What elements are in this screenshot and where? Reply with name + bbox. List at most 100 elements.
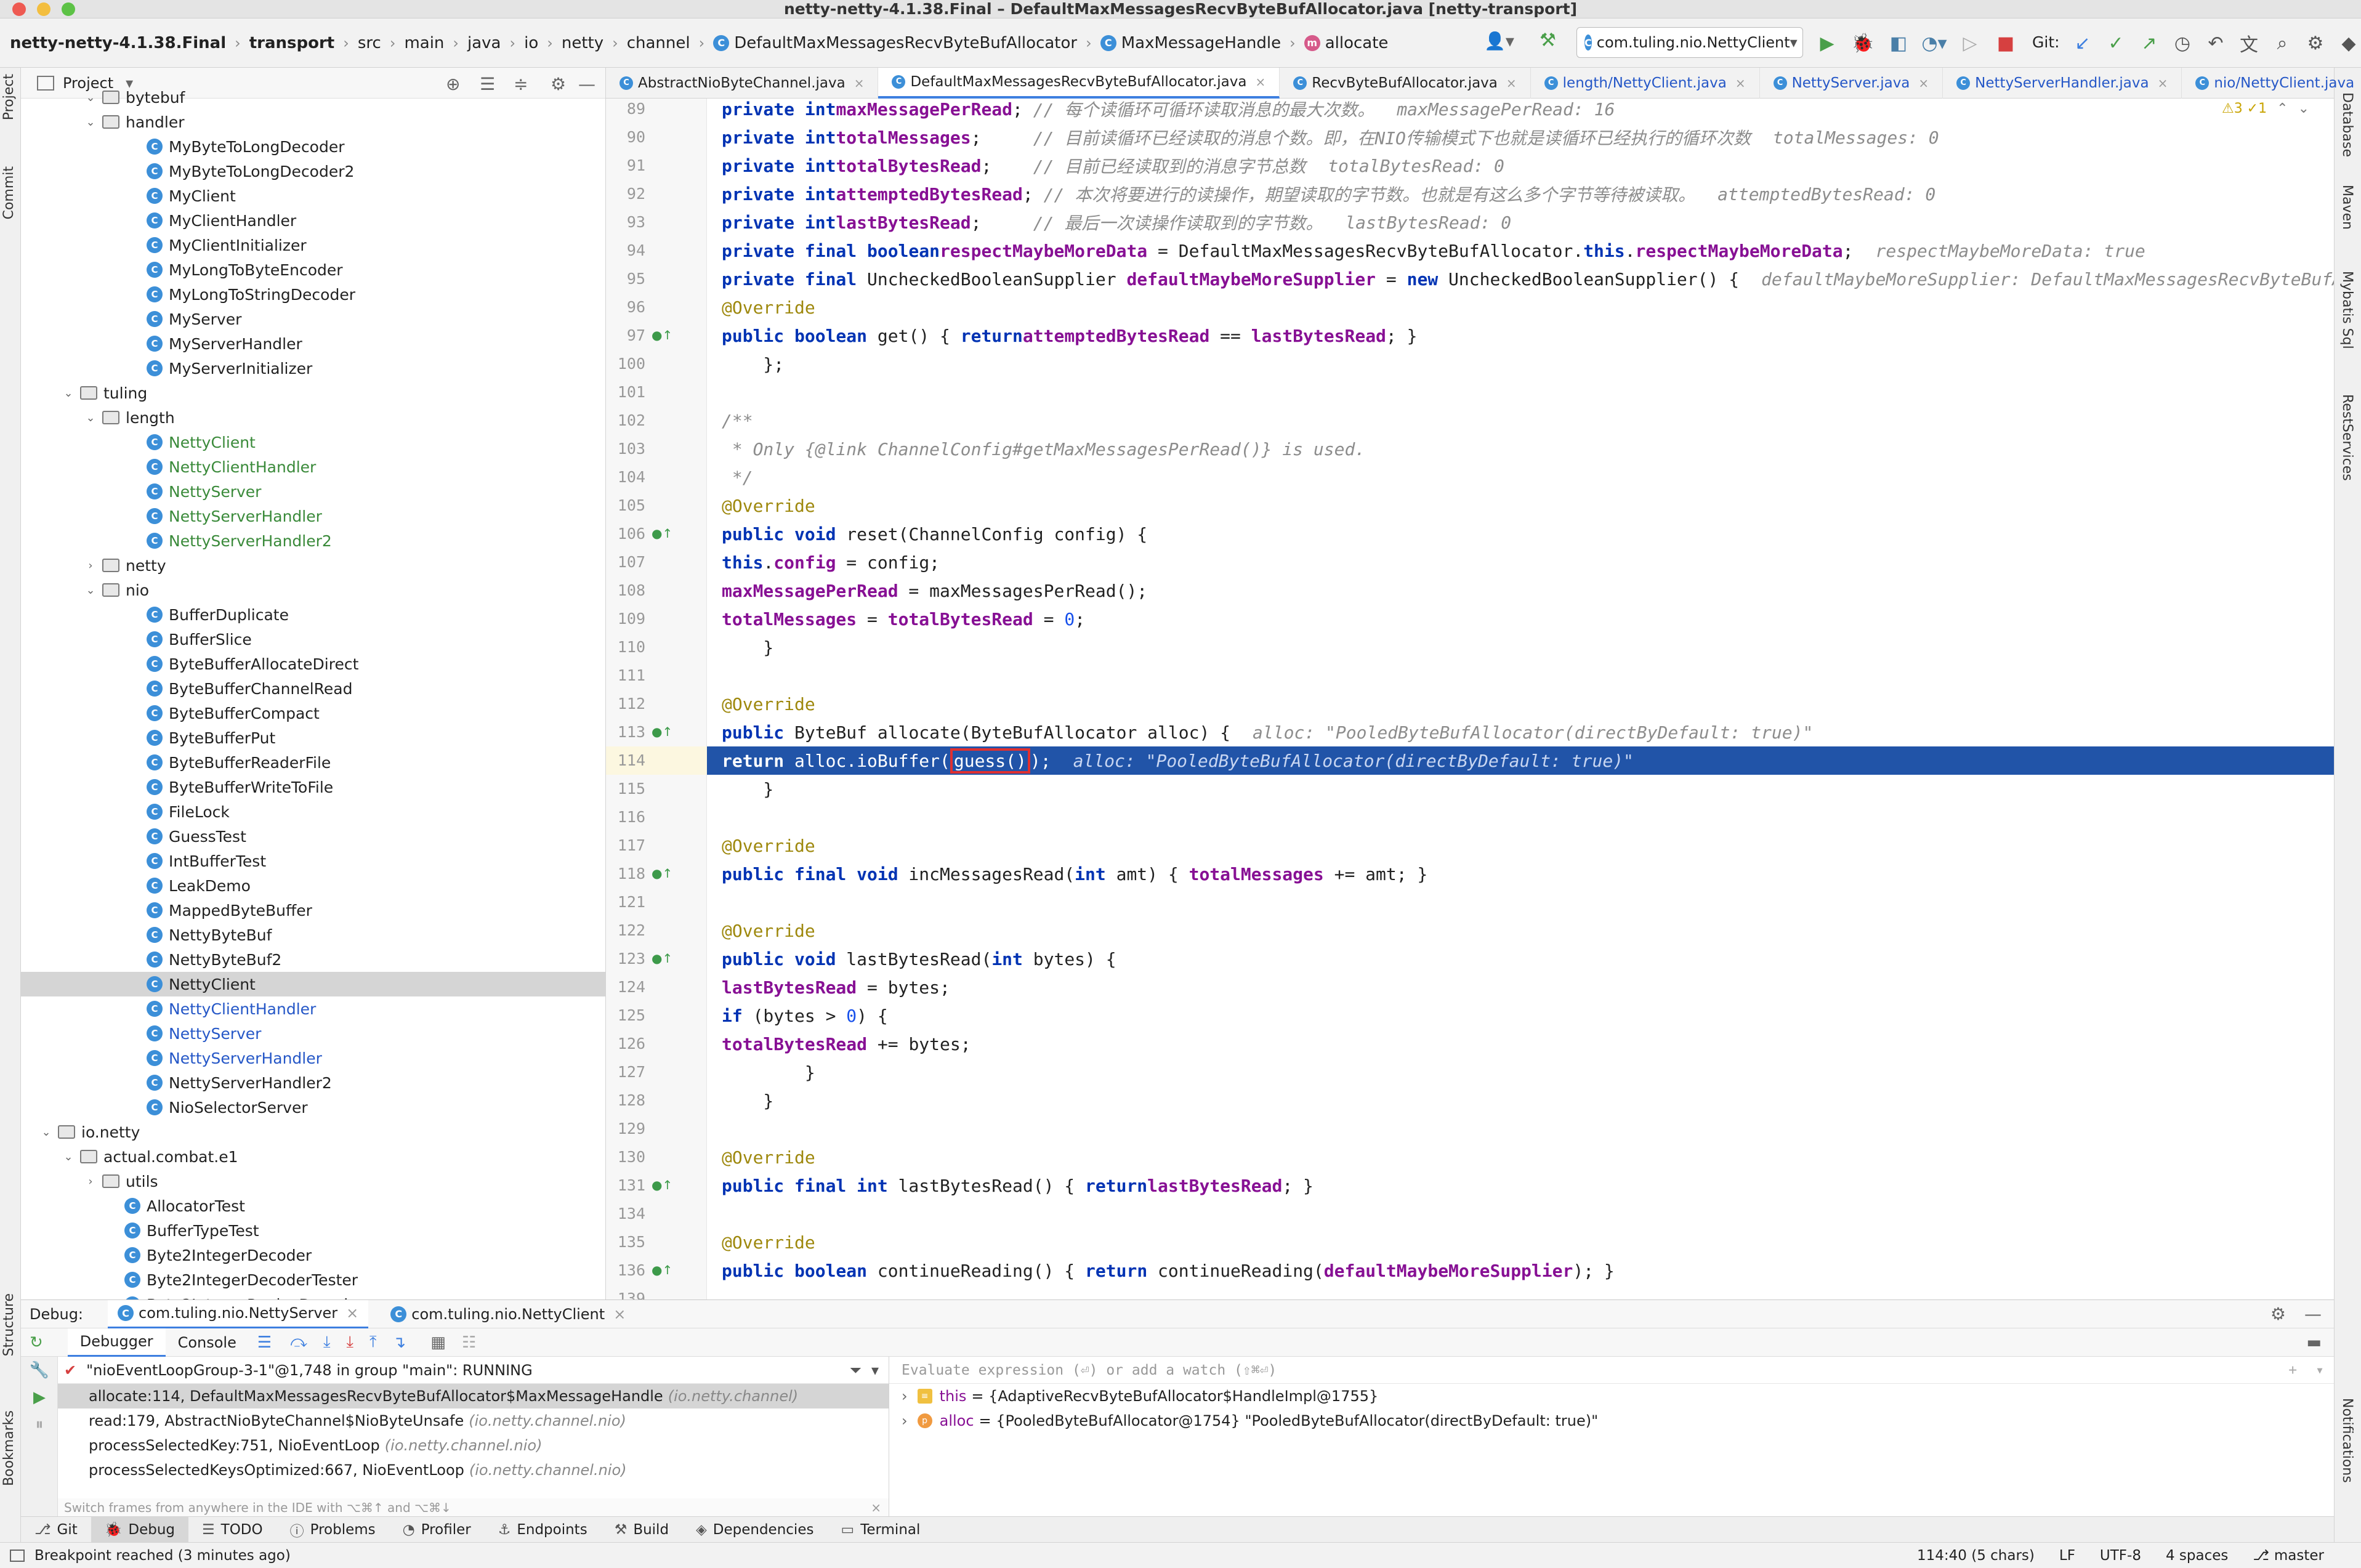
rerun-icon[interactable]: ↻ — [30, 1333, 43, 1352]
run-again-icon[interactable]: ▷ — [1956, 30, 1984, 57]
line-number[interactable]: 104 — [606, 468, 645, 486]
code-line[interactable]: public ByteBuf allocate(ByteBufAllocator… — [707, 718, 2334, 746]
code-line[interactable] — [707, 888, 2334, 916]
chevron-down-icon[interactable]: ▾ — [2315, 1362, 2324, 1378]
debug-session-tab-client[interactable]: C com.tuling.nio.NettyClient × — [381, 1300, 636, 1328]
line-number[interactable]: 123 — [606, 950, 645, 968]
tree-folder[interactable]: ⌄ tuling — [21, 381, 605, 405]
code-line[interactable] — [707, 1115, 2334, 1143]
code-line[interactable]: totalBytesRead += bytes; — [707, 1030, 2334, 1058]
breadcrumb-main[interactable]: main — [404, 34, 444, 52]
line-number[interactable]: 125 — [606, 1006, 645, 1024]
line-number[interactable]: 124 — [606, 978, 645, 996]
tree-folder[interactable]: ⌄ bytebuf — [21, 85, 605, 110]
breadcrumb-io[interactable]: io — [524, 34, 538, 52]
line-number[interactable]: 128 — [606, 1091, 645, 1109]
layout-icon[interactable]: ▬ — [2306, 1333, 2322, 1352]
line-number[interactable]: 97 — [606, 326, 645, 344]
chevron-right-icon[interactable]: › — [902, 1388, 908, 1405]
editor-tab[interactable]: Cnio/NettyClient.java× — [2182, 68, 2361, 99]
tree-class-item[interactable]: C NettyClientHandler — [21, 996, 605, 1021]
file-encoding[interactable]: UTF-8 — [2100, 1548, 2141, 1564]
frames-list-icon[interactable]: ☰ — [257, 1333, 272, 1352]
code-line[interactable]: @Override — [707, 491, 2334, 520]
build-hammer-icon[interactable]: ⚒ — [1540, 30, 1556, 51]
stack-frame[interactable]: processSelectedKeysOptimized:667, NioEve… — [58, 1458, 889, 1482]
line-number[interactable]: 94 — [606, 241, 645, 259]
breadcrumb-inner-class[interactable]: MaxMessageHandle — [1121, 34, 1281, 52]
tree-class-item[interactable]: C MyLongToByteEncoder — [21, 257, 605, 282]
code-line[interactable] — [707, 1285, 2334, 1299]
line-number[interactable]: 102 — [606, 411, 645, 429]
maven-tool-tab[interactable]: Maven — [2339, 185, 2355, 230]
chevron-down-icon[interactable]: ▾ — [871, 1362, 879, 1379]
database-tool-tab[interactable]: Database — [2339, 92, 2355, 157]
chevron-right-icon[interactable]: › — [84, 1175, 97, 1188]
breadcrumb-netty[interactable]: netty — [562, 34, 603, 52]
code-line[interactable]: if (bytes > 0) { — [707, 1001, 2334, 1030]
git-branch[interactable]: master — [2274, 1548, 2324, 1564]
chevron-right-icon[interactable]: › — [84, 559, 97, 572]
code-line[interactable]: public final int lastBytesRead() { retur… — [707, 1171, 2334, 1200]
line-number[interactable]: 117 — [606, 836, 645, 854]
line-number[interactable]: 95 — [606, 270, 645, 288]
tree-class-item[interactable]: C ByteBufferPut — [21, 725, 605, 750]
code-line[interactable]: @Override — [707, 916, 2334, 945]
git-commit-icon[interactable]: ✓ — [2102, 30, 2129, 57]
line-number[interactable]: 107 — [606, 553, 645, 571]
bottom-tool-debug[interactable]: 🐞 Debug — [91, 1516, 189, 1543]
code-line[interactable] — [707, 803, 2334, 831]
bottom-tool-terminal[interactable]: ▭ Terminal — [827, 1517, 934, 1543]
pause-icon[interactable]: ⏸ — [21, 1411, 58, 1438]
search-icon[interactable]: ⌕ — [2269, 30, 2296, 57]
tree-folder[interactable]: ⌄ length — [21, 405, 605, 430]
code-line[interactable]: * Only {@link ChannelConfig#getMaxMessag… — [707, 435, 2334, 463]
line-number[interactable]: 110 — [606, 638, 645, 656]
translate-icon[interactable]: 文 — [2235, 30, 2262, 57]
code-line[interactable] — [707, 661, 2334, 690]
line-number[interactable]: 108 — [606, 581, 645, 599]
code-line[interactable]: totalMessages = totalBytesRead = 0; — [707, 605, 2334, 633]
tree-class-item[interactable]: C MyClientHandler — [21, 208, 605, 233]
chevron-down-icon[interactable]: ⌄ — [84, 91, 97, 104]
cursor-position[interactable]: 114:40 (5 chars) — [1917, 1548, 2035, 1564]
run-icon[interactable]: ▶ — [1814, 30, 1841, 57]
tree-class-item[interactable]: C BufferSlice — [21, 627, 605, 652]
breadcrumb-java[interactable]: java — [467, 34, 501, 52]
line-number[interactable]: 114 — [606, 751, 645, 769]
bottom-tool-endpoints[interactable]: ⚓ Endpoints — [485, 1517, 601, 1543]
trace-icon[interactable]: ☷ — [462, 1333, 476, 1352]
tree-class-item[interactable]: C NettyByteBuf — [21, 923, 605, 947]
step-over-icon[interactable]: ⤼ — [290, 1333, 307, 1352]
close-icon[interactable]: × — [1506, 76, 1517, 91]
line-number[interactable]: 91 — [606, 156, 645, 174]
run-configuration-select[interactable]: C com.tuling.nio.NettyClient ▾ — [1576, 27, 1803, 58]
tab-console[interactable]: Console — [166, 1328, 249, 1357]
run-to-cursor-icon[interactable]: ↴ — [392, 1333, 406, 1352]
line-number[interactable]: 112 — [606, 695, 645, 713]
code-line[interactable]: lastBytesRead = bytes; — [707, 973, 2334, 1001]
close-icon[interactable]: × — [346, 1304, 358, 1322]
tree-class-item[interactable]: C ByteBufferAllocateDirect — [21, 652, 605, 676]
chevron-down-icon[interactable]: ⌄ — [84, 584, 97, 597]
close-icon[interactable]: × — [871, 1500, 881, 1515]
close-icon[interactable]: × — [613, 1306, 626, 1323]
tree-class-item[interactable]: C AllocatorTest — [21, 1194, 605, 1218]
code-line[interactable]: private int maxMessagePerRead; // 每个读循环可… — [707, 99, 2334, 123]
editor-tab[interactable]: C DefaultMaxMessagesRecvByteBufAllocator.… — [878, 67, 1280, 99]
override-marker-icon[interactable]: ●↑ — [652, 328, 672, 342]
evaluate-expression-input[interactable]: Evaluate expression (⏎) or add a watch (… — [889, 1357, 2334, 1384]
code-line[interactable]: private int lastBytesRead; // 最后一次读操作读取到… — [707, 208, 2334, 236]
breadcrumb-project[interactable]: netty-netty-4.1.38.Final — [10, 34, 226, 52]
tree-class-item[interactable]: C MyClient — [21, 184, 605, 208]
filter-icon[interactable]: ⏷ — [850, 1362, 862, 1379]
breadcrumb-src[interactable]: src — [358, 34, 381, 52]
line-number[interactable]: 115 — [606, 780, 645, 798]
code-line[interactable]: public boolean get() { return attemptedB… — [707, 321, 2334, 350]
variable-row[interactable]: › p alloc = {PooledByteBufAllocator@1754} "… — [889, 1408, 2334, 1433]
tree-class-item[interactable]: C MyClientInitializer — [21, 233, 605, 257]
close-icon[interactable]: × — [2158, 76, 2168, 91]
tree-class-item[interactable]: C MappedByteBuffer — [21, 898, 605, 923]
tree-folder[interactable]: ⌄ nio — [21, 578, 605, 602]
tree-class-item[interactable]: C ByteBufferCompact — [21, 701, 605, 725]
